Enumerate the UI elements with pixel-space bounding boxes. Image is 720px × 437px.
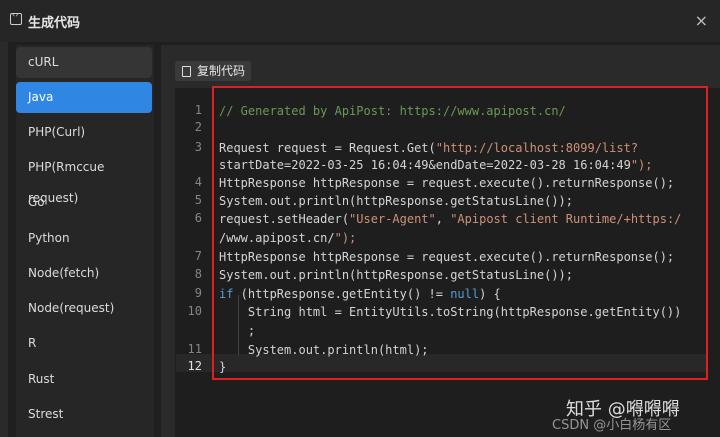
code-line: System.out.println(httpResponse.getStatu… xyxy=(219,194,574,208)
copy-code-label: 复制代码 xyxy=(197,64,246,78)
sidebar-item-strest[interactable]: Strest xyxy=(16,399,152,430)
line-number: 11 xyxy=(187,342,202,356)
code-line: request.setHeader("User-Agent", "Apipost… xyxy=(219,212,682,226)
line-number: 5 xyxy=(194,193,202,207)
line-number: 12 xyxy=(187,359,202,373)
sidebar-item-php-curl[interactable]: PHP(Curl) xyxy=(16,117,152,148)
copy-code-button[interactable]: 复制代码 xyxy=(175,61,252,81)
code-icon xyxy=(10,10,22,25)
sidebar-item-python[interactable]: Python xyxy=(16,223,152,254)
code-line: } xyxy=(219,360,227,374)
code-line: /www.apipost.cn/"); xyxy=(219,231,357,245)
dialog-title: 生成代码 xyxy=(28,16,81,31)
code-line: System.out.println(html); xyxy=(219,343,429,357)
code-line: if (httpResponse.getEntity() != null) { xyxy=(219,287,501,301)
code-line: Request request = Request.Get("http://lo… xyxy=(219,141,639,155)
line-number: 2 xyxy=(194,120,202,134)
code-line: HttpResponse httpResponse = request.exec… xyxy=(219,176,675,190)
sidebar-item-node-request[interactable]: Node(request) xyxy=(16,293,152,324)
sidebar-item-php-rmccue[interactable]: PHP(Rmccue request) xyxy=(16,152,152,205)
code-line: String html = EntityUtils.toString(httpR… xyxy=(219,305,682,319)
line-number: 3 xyxy=(194,140,202,154)
code-line: // Generated by ApiPost: https://www.api… xyxy=(219,104,566,118)
line-number: 8 xyxy=(194,267,202,281)
line-number: 7 xyxy=(194,249,202,263)
background-panel xyxy=(0,42,8,437)
watermark-csdn: CSDN @小白杨有区 xyxy=(552,418,672,433)
code-line: startDate=2022-03-25 16:04:49&endDate=20… xyxy=(219,158,653,172)
sidebar-item-r[interactable]: R xyxy=(16,328,152,359)
code-line: ; xyxy=(219,324,256,338)
line-number: 4 xyxy=(194,175,202,189)
language-sidebar: cURL Java PHP(Curl) PHP(Rmccue request) … xyxy=(16,45,154,437)
sidebar-item-node-fetch[interactable]: Node(fetch) xyxy=(16,258,152,289)
sidebar-item-java[interactable]: Java xyxy=(16,82,152,113)
line-number: 10 xyxy=(187,304,202,318)
sidebar-item-rust[interactable]: Rust xyxy=(16,364,152,395)
code-line: HttpResponse httpResponse = request.exec… xyxy=(219,250,675,264)
line-number: 1 xyxy=(194,103,202,117)
code-line: System.out.println(httpResponse.getStatu… xyxy=(219,268,574,282)
close-icon[interactable]: × xyxy=(695,11,708,30)
line-number: 9 xyxy=(194,286,202,300)
copy-icon xyxy=(182,66,191,77)
line-number: 6 xyxy=(194,211,202,225)
sidebar-item-go[interactable]: Go xyxy=(16,187,152,218)
sidebar-item-curl[interactable]: cURL xyxy=(16,47,152,78)
title-bar: 生成代码 × xyxy=(0,0,720,42)
